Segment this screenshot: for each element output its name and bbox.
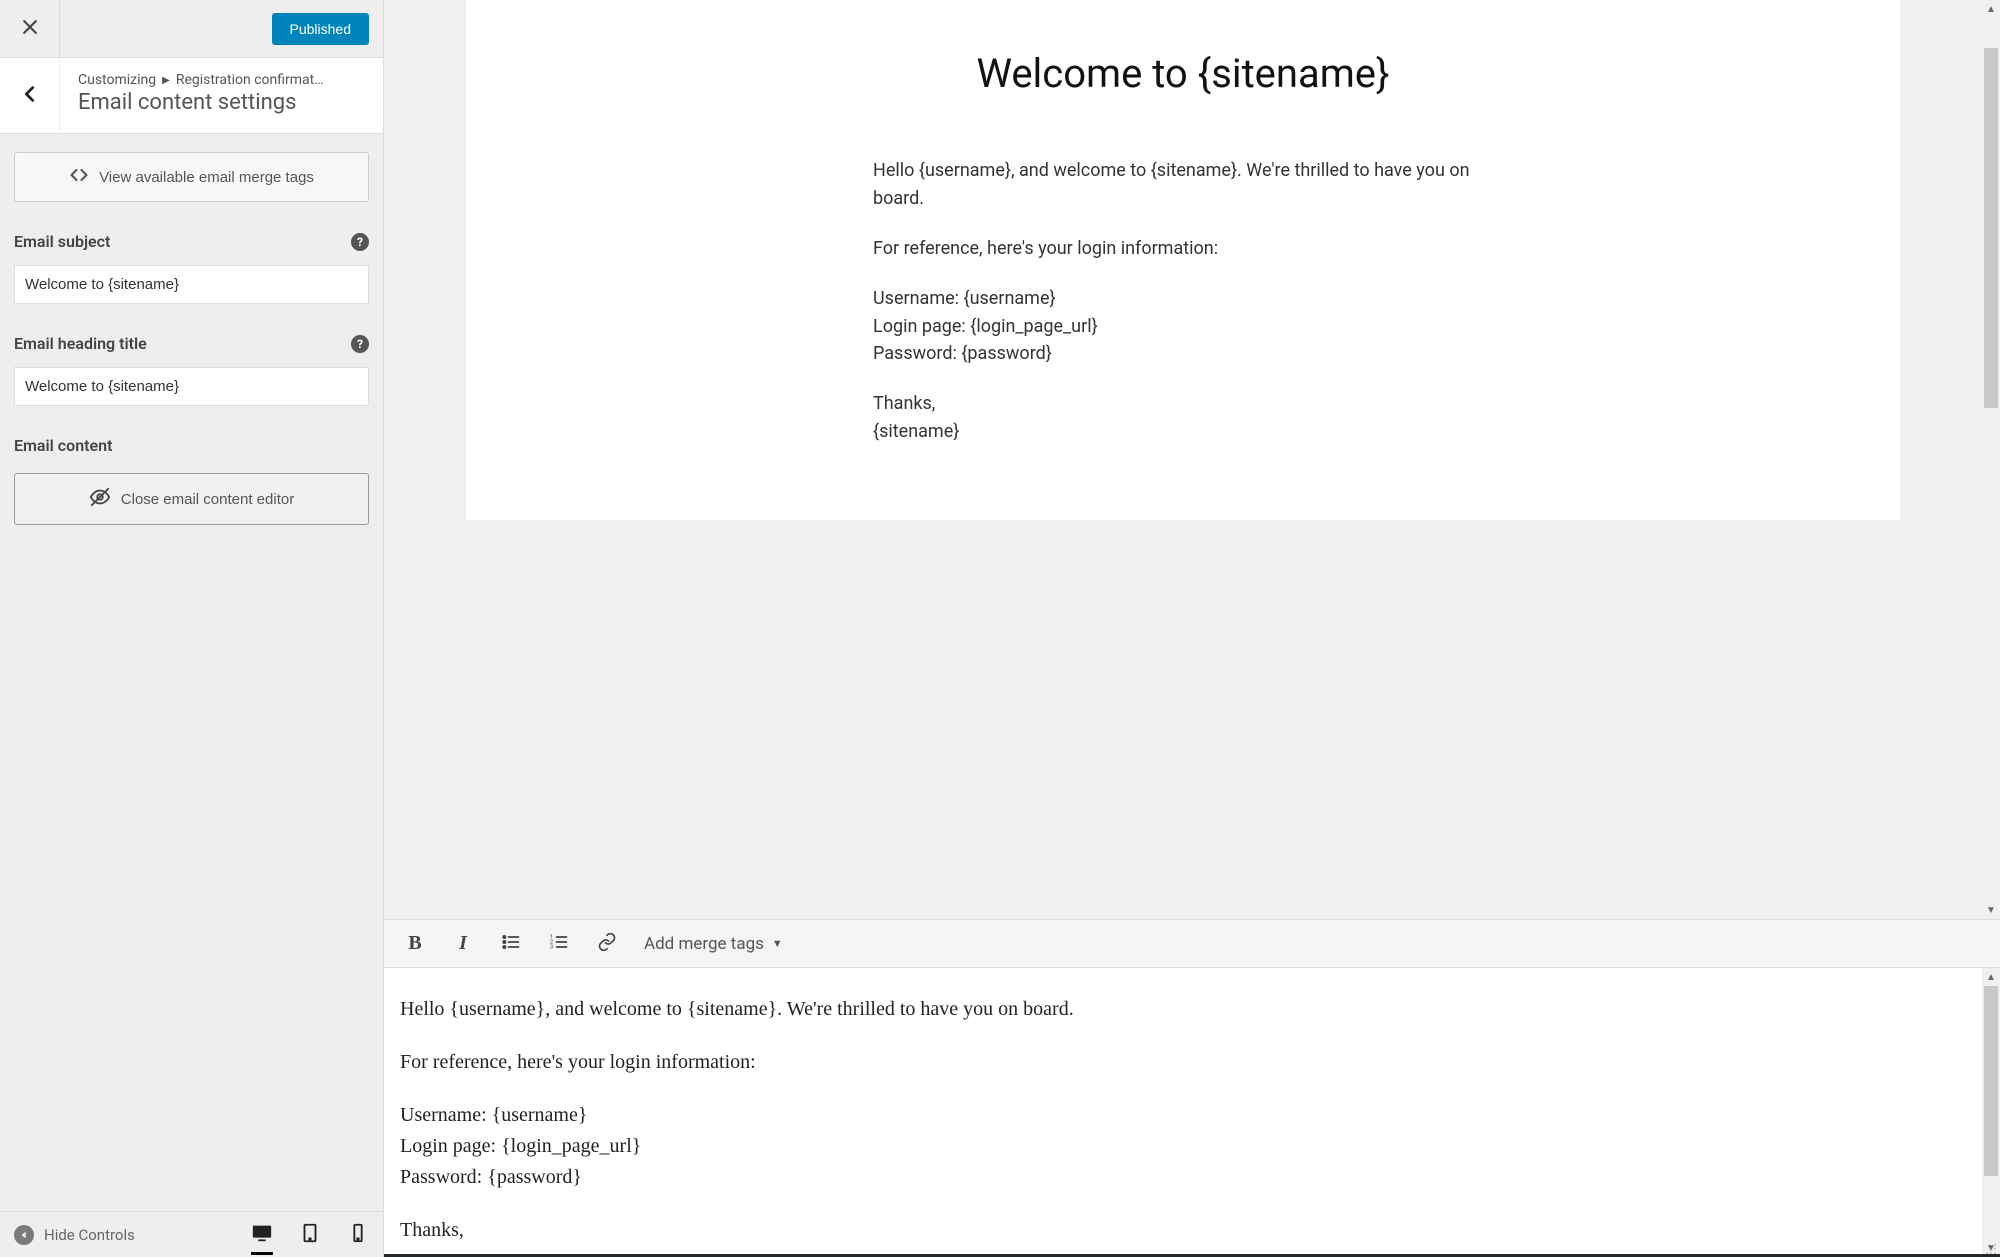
collapse-left-icon	[14, 1225, 34, 1245]
editor-line[interactable]: Password: {password}	[400, 1162, 1966, 1193]
content-editor-panel: B I 1 2	[384, 919, 2000, 1257]
scroll-thumb[interactable]	[1984, 986, 1998, 1176]
editor-line[interactable]: Username: {username}	[400, 1100, 1966, 1131]
email-heading-label: Email heading title	[14, 334, 147, 353]
field-email-heading: Email heading title ?	[14, 334, 369, 406]
eye-off-icon	[89, 486, 111, 512]
editor-toolbar: B I 1 2	[384, 920, 2000, 968]
chevron-left-icon	[19, 83, 41, 109]
device-mobile-button[interactable]	[347, 1222, 369, 1248]
scroll-thumb[interactable]	[1984, 48, 1998, 408]
preview-line: Username: {username}	[873, 285, 1493, 313]
sidebar-footer: Hide Controls	[0, 1211, 383, 1257]
preview-scrollbar[interactable]: ▲ ▼	[1982, 0, 2000, 919]
sidebar-heading-block: Customizing ▶ Registration confirmat… Em…	[60, 58, 383, 133]
italic-icon: I	[459, 932, 467, 955]
numbered-list-icon: 1 2 3	[549, 932, 569, 956]
email-preview-heading: Welcome to {sitename}	[773, 40, 1593, 157]
editor-paragraph[interactable]: For reference, here's your login informa…	[400, 1047, 1966, 1078]
email-preview-body: Hello {username}, and welcome to {sitena…	[773, 157, 1593, 446]
hide-controls-button[interactable]: Hide Controls	[14, 1225, 229, 1245]
close-content-editor-label: Close email content editor	[121, 491, 294, 508]
editor-body: Hello {username}, and welcome to {sitena…	[384, 968, 2000, 1257]
preview-line: Login page: {login_page_url}	[873, 313, 1493, 341]
editor-scrollbar[interactable]: ▲ ▼	[1982, 968, 2000, 1257]
add-merge-tags-dropdown[interactable]: Add merge tags ▼	[638, 930, 789, 958]
scroll-track[interactable]	[1982, 18, 2000, 901]
chevron-right-icon: ▶	[162, 75, 170, 86]
code-icon	[69, 165, 89, 189]
preview-paragraph: Hello {username}, and welcome to {sitena…	[873, 157, 1493, 213]
email-heading-input[interactable]	[14, 367, 369, 406]
preview-line: {sitename}	[873, 418, 1493, 446]
view-merge-tags-label: View available email merge tags	[99, 169, 314, 186]
help-icon[interactable]: ?	[351, 335, 369, 353]
tablet-icon	[299, 1222, 321, 1248]
preview-paragraph: For reference, here's your login informa…	[873, 235, 1493, 263]
mobile-icon	[347, 1222, 369, 1248]
breadcrumb: Customizing ▶ Registration confirmat…	[78, 72, 369, 88]
desktop-icon	[251, 1222, 273, 1248]
email-content-label: Email content	[14, 436, 112, 455]
link-button[interactable]	[590, 927, 624, 961]
bold-button[interactable]: B	[398, 927, 432, 961]
breadcrumb-path: Registration confirmat…	[176, 72, 324, 88]
main-area: Welcome to {sitename} Hello {username}, …	[384, 0, 2000, 1257]
scroll-up-icon[interactable]: ▲	[1982, 0, 2000, 18]
editor-textarea[interactable]: Hello {username}, and welcome to {sitena…	[384, 968, 1982, 1257]
preview-line: Thanks,	[873, 390, 1493, 418]
add-merge-tags-label: Add merge tags	[644, 934, 764, 954]
published-button[interactable]: Published	[272, 13, 370, 45]
sidebar-body: View available email merge tags Email su…	[0, 134, 383, 1211]
device-desktop-button[interactable]	[251, 1222, 273, 1255]
back-button[interactable]	[0, 58, 60, 133]
hide-controls-label: Hide Controls	[44, 1226, 135, 1244]
close-icon	[20, 17, 40, 41]
email-subject-label: Email subject	[14, 232, 110, 251]
sidebar-header: Customizing ▶ Registration confirmat… Em…	[0, 58, 383, 134]
svg-text:3: 3	[550, 944, 553, 950]
bullet-list-icon	[501, 932, 521, 956]
resize-handle[interactable]	[1984, 1241, 1998, 1255]
scroll-up-icon[interactable]: ▲	[1982, 968, 2000, 986]
sidebar-top-bar: Published	[0, 0, 383, 58]
app-root: Published Customizing ▶ Registration con…	[0, 0, 2000, 1257]
email-preview-card: Welcome to {sitename} Hello {username}, …	[466, 0, 1900, 520]
device-tablet-button[interactable]	[299, 1222, 321, 1248]
editor-paragraph[interactable]: Hello {username}, and welcome to {sitena…	[400, 994, 1966, 1025]
bulleted-list-button[interactable]	[494, 927, 528, 961]
editor-line[interactable]: Login page: {login_page_url}	[400, 1131, 1966, 1162]
caret-down-icon: ▼	[772, 937, 783, 950]
breadcrumb-root: Customizing	[78, 72, 156, 88]
editor-line[interactable]: Thanks,	[400, 1215, 1966, 1246]
preview-line: Password: {password}	[873, 340, 1493, 368]
scroll-track[interactable]	[1982, 986, 2000, 1239]
view-merge-tags-button[interactable]: View available email merge tags	[14, 152, 369, 202]
section-title: Email content settings	[78, 90, 369, 115]
preview-pane: Welcome to {sitename} Hello {username}, …	[384, 0, 2000, 919]
numbered-list-button[interactable]: 1 2 3	[542, 927, 576, 961]
field-email-content: Email content Close email content editor	[14, 436, 369, 525]
field-email-subject: Email subject ?	[14, 232, 369, 304]
italic-button[interactable]: I	[446, 927, 480, 961]
scroll-down-icon[interactable]: ▼	[1982, 901, 2000, 919]
close-customizer-button[interactable]	[0, 0, 60, 57]
bold-icon: B	[408, 932, 421, 955]
device-switcher	[251, 1222, 369, 1248]
customizer-sidebar: Published Customizing ▶ Registration con…	[0, 0, 384, 1257]
close-content-editor-button[interactable]: Close email content editor	[14, 473, 369, 525]
help-icon[interactable]: ?	[351, 233, 369, 251]
email-subject-input[interactable]	[14, 265, 369, 304]
link-icon	[597, 932, 617, 956]
